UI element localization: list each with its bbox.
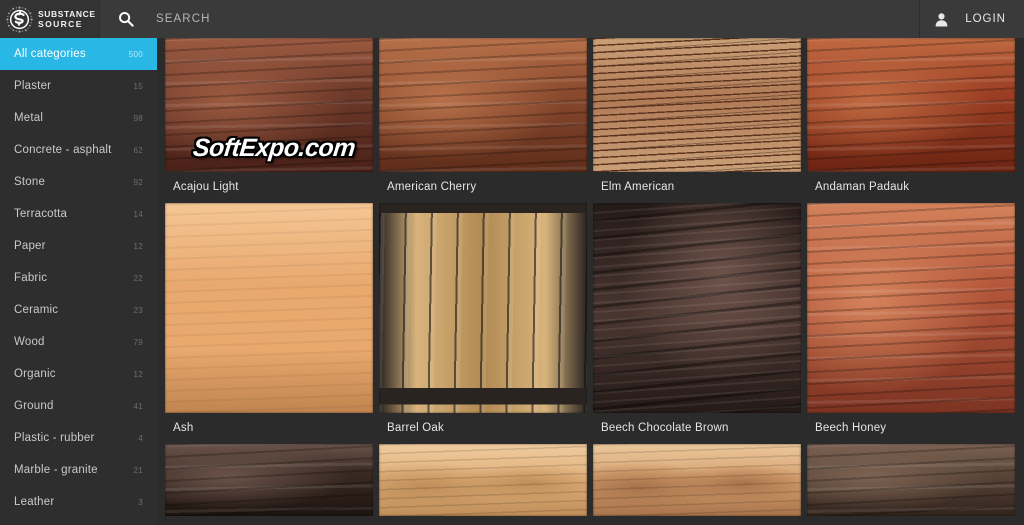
material-thumbnail[interactable] (807, 203, 1015, 413)
material-tile[interactable]: Elm American (593, 38, 801, 199)
sidebar-item-label: Organic (14, 368, 56, 380)
sidebar-item-count: 3 (138, 497, 143, 507)
sidebar-item-plaster[interactable]: Plaster 15 (0, 70, 157, 102)
logo-line-1: SUBSTANCE (38, 9, 96, 19)
sidebar-item-count: 4 (138, 433, 143, 443)
sidebar-item-count: 15 (133, 81, 143, 91)
material-thumbnail[interactable] (807, 444, 1015, 516)
material-thumbnail[interactable] (165, 38, 373, 172)
sidebar-item-ceramic[interactable]: Ceramic 23 (0, 294, 157, 326)
sidebar-item-concrete-asphalt[interactable]: Concrete - asphalt 62 (0, 134, 157, 166)
sidebar-item-label: Concrete - asphalt (14, 144, 112, 156)
material-tile[interactable] (165, 444, 373, 516)
sidebar-item-label: Wood (14, 336, 45, 348)
login-button[interactable]: LOGIN (920, 0, 1024, 38)
sidebar-item-label: Fabric (14, 272, 48, 284)
sidebar-item-count: 92 (133, 177, 143, 187)
material-grid[interactable]: Acajou Light American Cherry Elm American A… (165, 38, 1024, 525)
sidebar-item-ground[interactable]: Ground 41 (0, 390, 157, 422)
logo-block[interactable]: SUBSTANCE SOURCE (0, 0, 100, 38)
material-title: Beech Honey (815, 422, 887, 434)
sidebar-item-count: 21 (133, 465, 143, 475)
material-tile[interactable]: American Cherry (379, 38, 587, 199)
material-tile[interactable]: Beech Honey (807, 203, 1015, 440)
search-bar[interactable]: SEARCH (100, 0, 919, 38)
top-header: SUBSTANCE SOURCE SEARCH LOGIN (0, 0, 1024, 38)
material-thumbnail[interactable] (165, 444, 373, 516)
logo-line-2: SOURCE (38, 19, 83, 29)
sidebar-item-count: 23 (133, 305, 143, 315)
sidebar-item-label: Marble - granite (14, 464, 98, 476)
sidebar-item-label: Plaster (14, 80, 52, 92)
sidebar-item-stone[interactable]: Stone 92 (0, 166, 157, 198)
material-row: Acajou Light American Cherry Elm American A… (165, 38, 1024, 203)
category-sidebar[interactable]: All categories 500 Plaster 15 Metal 98 Concret… (0, 38, 157, 525)
sidebar-item-paper[interactable]: Paper 12 (0, 230, 157, 262)
material-tile[interactable]: Ash (165, 203, 373, 440)
sidebar-item-organic[interactable]: Organic 12 (0, 358, 157, 390)
material-title: Ash (173, 422, 194, 434)
material-title: American Cherry (387, 181, 477, 193)
material-tile[interactable]: Beech Chocolate Brown (593, 203, 801, 440)
substance-s-emblem-icon (6, 6, 33, 33)
sidebar-item-label: Ground (14, 400, 54, 412)
login-label: LOGIN (965, 13, 1006, 25)
material-tile[interactable]: Andaman Padauk (807, 38, 1015, 199)
sidebar-item-count: 98 (133, 113, 143, 123)
sidebar-item-label: Paper (14, 240, 46, 252)
material-row: Ash Barrel Oak Beech Chocolate Brown Beech … (165, 203, 1024, 444)
sidebar-item-label: Ceramic (14, 304, 59, 316)
sidebar-item-count: 22 (133, 273, 143, 283)
sidebar-item-metal[interactable]: Metal 98 (0, 102, 157, 134)
search-input[interactable]: SEARCH (156, 13, 211, 25)
material-title: Beech Chocolate Brown (601, 422, 729, 434)
material-title: Elm American (601, 181, 675, 193)
material-title: Barrel Oak (387, 422, 444, 434)
sidebar-item-label: Terracotta (14, 208, 68, 220)
material-thumbnail[interactable] (379, 203, 587, 413)
material-row (165, 444, 1024, 520)
sidebar-item-count: 14 (133, 209, 143, 219)
sidebar-item-label: All categories (14, 48, 86, 60)
sidebar-item-marble-granite[interactable]: Marble - granite 21 (0, 454, 157, 486)
sidebar-item-count: 12 (133, 369, 143, 379)
material-tile[interactable]: Acajou Light (165, 38, 373, 199)
sidebar-item-count: 12 (133, 241, 143, 251)
sidebar-item-count: 79 (133, 337, 143, 347)
sidebar-item-label: Stone (14, 176, 46, 188)
material-thumbnail[interactable] (379, 444, 587, 516)
sidebar-item-label: Leather (14, 496, 55, 508)
sidebar-item-plastic-rubber[interactable]: Plastic - rubber 4 (0, 422, 157, 454)
material-thumbnail[interactable] (593, 38, 801, 172)
material-title: Acajou Light (173, 181, 239, 193)
logo-wordmark: SUBSTANCE SOURCE (38, 9, 96, 29)
material-tile[interactable]: Barrel Oak (379, 203, 587, 440)
sidebar-item-count: 41 (133, 401, 143, 411)
material-thumbnail[interactable] (165, 203, 373, 413)
user-icon (934, 12, 949, 27)
material-thumbnail[interactable] (379, 38, 587, 172)
material-thumbnail[interactable] (807, 38, 1015, 172)
material-title: Andaman Padauk (815, 181, 910, 193)
material-tile[interactable] (807, 444, 1015, 516)
sidebar-item-count: 62 (133, 145, 143, 155)
material-tile[interactable] (593, 444, 801, 516)
sidebar-item-wood[interactable]: Wood 79 (0, 326, 157, 358)
sidebar-item-terracotta[interactable]: Terracotta 14 (0, 198, 157, 230)
sidebar-item-count: 500 (128, 49, 143, 59)
sidebar-item-fabric[interactable]: Fabric 22 (0, 262, 157, 294)
material-thumbnail[interactable] (593, 444, 801, 516)
material-tile[interactable] (379, 444, 587, 516)
sidebar-item-label: Plastic - rubber (14, 432, 95, 444)
sidebar-item-label: Metal (14, 112, 44, 124)
sidebar-item-all-categories[interactable]: All categories 500 (0, 38, 157, 70)
material-thumbnail[interactable] (593, 203, 801, 413)
search-icon[interactable] (118, 11, 134, 27)
sidebar-item-leather[interactable]: Leather 3 (0, 486, 157, 518)
